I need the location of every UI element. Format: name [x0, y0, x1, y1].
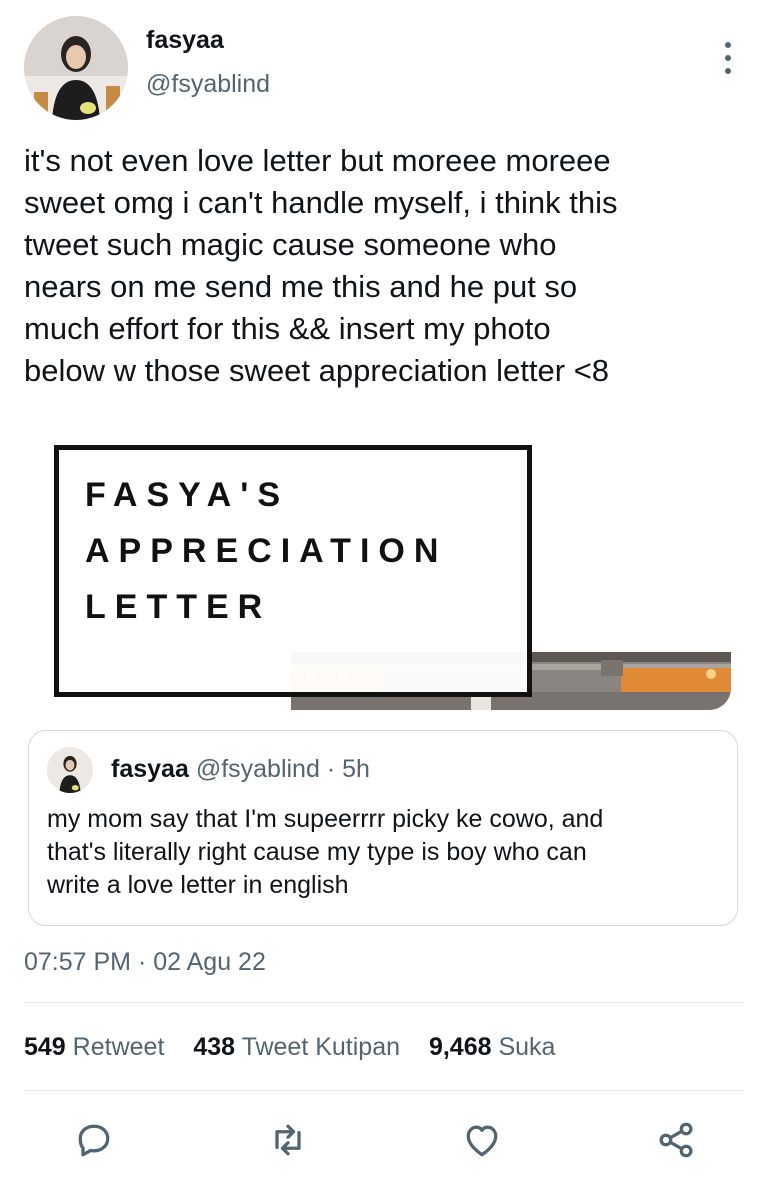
stat-label: Suka: [498, 1033, 556, 1061]
quoted-meta: fasyaa @fsyablind · 5h: [111, 755, 370, 784]
stat-number: 438: [193, 1033, 236, 1061]
quoted-avatar: [47, 747, 93, 793]
divider: [24, 1002, 744, 1003]
stat-number: 9,468: [428, 1033, 492, 1061]
stat-label: Retweet: [72, 1033, 165, 1061]
quoted-handle: @fsyablind: [195, 755, 320, 783]
quoted-separator: ·: [326, 755, 336, 783]
like-button[interactable]: [460, 1118, 504, 1162]
display-name[interactable]: fasyaa: [146, 26, 224, 55]
tweet-date: 02 Agu 22: [153, 948, 266, 976]
tweet-timestamp[interactable]: 07:57 PM · 02 Agu 22: [24, 948, 266, 977]
quoted-tweet[interactable]: fasyaa @fsyablind · 5h my mom say that I…: [28, 730, 738, 926]
more-options-icon[interactable]: [718, 38, 738, 78]
reply-icon: [78, 1124, 110, 1157]
quote-tweet-count[interactable]: 438 Tweet Kutipan: [193, 1033, 400, 1062]
share-icon: [659, 1122, 693, 1158]
letter-line: LETTER: [85, 588, 272, 626]
divider: [24, 1090, 744, 1091]
tweet-text: it's not even love letter but moreee mor…: [24, 143, 618, 388]
tweet-stats: 549 Retweet 438 Tweet Kutipan 9,468 Suka: [24, 1033, 577, 1062]
stat-number: 549: [24, 1033, 66, 1061]
avatar[interactable]: [24, 16, 128, 120]
handle[interactable]: @fsyablind: [146, 70, 270, 99]
letter-line: FASYA'S: [85, 476, 289, 514]
appreciation-letter-card: FASYA'S APPRECIATION LETTER: [54, 445, 532, 697]
retweet-count[interactable]: 549 Retweet: [24, 1033, 164, 1062]
stat-label: Tweet Kutipan: [241, 1033, 400, 1061]
tweet-media[interactable]: FASYA'S APPRECIATION LETTER: [24, 410, 744, 712]
like-count[interactable]: 9,468 Suka: [429, 1033, 556, 1062]
quoted-display-name: fasyaa: [111, 755, 189, 783]
letter-line: APPRECIATION: [85, 532, 448, 570]
share-button[interactable]: [654, 1118, 698, 1162]
quoted-time: 5h: [342, 755, 370, 783]
action-bar: [0, 1110, 768, 1170]
tweet-header: fasyaa @fsyablind: [24, 16, 744, 120]
retweet-button[interactable]: [266, 1118, 310, 1162]
tweet-time: 07:57 PM: [24, 948, 132, 976]
timestamp-separator: ·: [137, 948, 147, 976]
quoted-text: my mom say that I'm supeerrrr picky ke c…: [47, 805, 604, 899]
retweet-icon: [275, 1124, 301, 1156]
reply-button[interactable]: [72, 1118, 116, 1162]
like-icon: [466, 1125, 498, 1157]
